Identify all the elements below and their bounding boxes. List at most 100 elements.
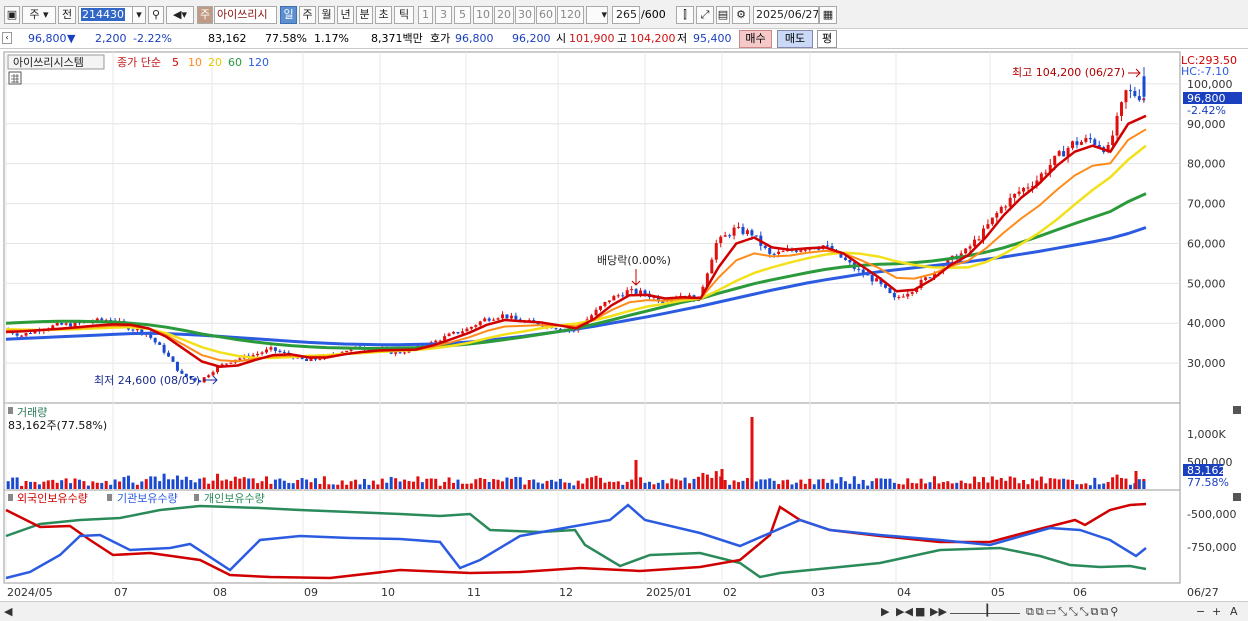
- count-30-button[interactable]: 30: [515, 6, 535, 24]
- font-size-icon[interactable]: A: [1230, 605, 1238, 619]
- date-input[interactable]: 2025/06/27: [753, 6, 819, 24]
- candle-body: [612, 296, 616, 301]
- volume-title: 거래량: [17, 406, 47, 419]
- candle-body: [719, 236, 723, 244]
- volume-bar: [990, 476, 994, 489]
- period-tick-tab[interactable]: 틱: [394, 6, 414, 24]
- count-120-button[interactable]: 120: [557, 6, 584, 24]
- volume-bar: [367, 484, 371, 489]
- volume-bar: [6, 481, 10, 489]
- candle-body: [1079, 141, 1083, 145]
- volume-bar: [937, 483, 941, 489]
- scroll-left-icon[interactable]: ◀: [4, 605, 12, 619]
- volume-bar: [794, 482, 798, 489]
- count-5-button[interactable]: 5: [454, 6, 471, 24]
- candle-body: [509, 315, 513, 319]
- volume-bar: [380, 478, 384, 489]
- volume-bar: [710, 477, 714, 489]
- count-10-button[interactable]: 10: [473, 6, 493, 24]
- period-day-tab[interactable]: 일: [280, 6, 297, 24]
- code-dropdown-icon[interactable]: ▾: [132, 6, 146, 24]
- count-1-button[interactable]: 1: [418, 6, 433, 24]
- volume-bar: [220, 480, 224, 489]
- search-icon[interactable]: ⚲: [148, 6, 164, 24]
- high-label: 고: [617, 32, 628, 45]
- chart-scrollbar[interactable]: ◀ ▶ ▶◀ ■ ▶▶ ┃ ⧉⧉▭⤡⤡⤡⧉⧉⚲ − + A: [0, 601, 1248, 621]
- volume-bar: [1026, 484, 1030, 489]
- holdings-close-icon[interactable]: [1233, 493, 1241, 501]
- zoom-handle-icon[interactable]: ┃: [984, 604, 991, 618]
- custom-count-dropdown[interactable]: ▾: [586, 6, 608, 24]
- save-icon[interactable]: ▤: [716, 6, 730, 24]
- layout-icon[interactable]: ▣: [4, 6, 20, 24]
- drawing-tools-icon[interactable]: ⧉⧉▭⤡⤡⤡⧉⧉⚲: [1026, 605, 1120, 619]
- volume-bar: [411, 481, 415, 489]
- volume-bar: [674, 479, 678, 489]
- stock-chart[interactable]: 아이쓰리시스템 종가 단순 5 10 20 60 120 최고 104,200 …: [0, 50, 1248, 601]
- gear-icon[interactable]: ⚙: [732, 6, 750, 24]
- buy-button[interactable]: 매수: [739, 30, 772, 48]
- candle-body: [238, 358, 242, 360]
- volume-bar: [492, 479, 496, 489]
- volume-bar: [692, 478, 696, 489]
- candle-body: [505, 314, 509, 319]
- candle-body: [496, 318, 500, 320]
- volume-bar: [171, 479, 175, 489]
- volume-bar: [64, 478, 68, 489]
- period-select[interactable]: 주 ▾: [22, 6, 56, 24]
- volume-bar: [1057, 479, 1061, 489]
- count-20-button[interactable]: 20: [494, 6, 514, 24]
- legend-ma60: 60: [228, 56, 242, 69]
- volume-bar: [688, 483, 692, 489]
- candle-body: [15, 333, 19, 336]
- candle-body: [278, 350, 282, 352]
- candle-icon[interactable]: ⫿: [676, 6, 694, 24]
- scroll-end-icon[interactable]: ▶▶: [930, 605, 947, 619]
- candle-body: [211, 372, 215, 376]
- candle-body: [73, 322, 77, 327]
- candle-body: [621, 295, 625, 297]
- scroll-right-icon[interactable]: ▶: [881, 605, 889, 619]
- period-month-tab[interactable]: 월: [318, 6, 335, 24]
- cross-line-icon[interactable]: ⤢: [696, 6, 714, 24]
- period-second-tab[interactable]: 초: [375, 6, 392, 24]
- volume-bar: [443, 481, 447, 489]
- bar-total-label: /600: [641, 8, 666, 21]
- scroll-start-icon[interactable]: ▶◀: [896, 605, 913, 619]
- date-axis: 2024/05 07 08 09 10 11 12 2025/01 02 03 04 05 06: [7, 586, 1087, 599]
- candle-body: [1137, 96, 1141, 101]
- speaker-icon[interactable]: ◀▾: [166, 6, 194, 24]
- candle-body: [452, 331, 456, 334]
- volume-bar: [995, 479, 999, 489]
- volume-bar: [389, 476, 393, 489]
- volume-bar: [465, 483, 469, 489]
- volume-bar: [82, 481, 86, 489]
- sell-button[interactable]: 매도: [777, 30, 813, 48]
- period-week-tab[interactable]: 주: [299, 6, 316, 24]
- candle-body: [1004, 206, 1008, 208]
- evaluate-button[interactable]: 평: [817, 30, 837, 48]
- dividend-annotation: 배당락(0.00%): [597, 254, 671, 267]
- volume-bar: [376, 484, 380, 489]
- volume-bar: [282, 480, 286, 489]
- candle-body: [857, 268, 861, 270]
- candle-body: [924, 277, 928, 281]
- period-year-tab[interactable]: 년: [337, 6, 354, 24]
- prev-button[interactable]: 전: [58, 6, 76, 24]
- volume-bar: [572, 485, 576, 489]
- count-60-button[interactable]: 60: [536, 6, 556, 24]
- volume-bar: [634, 460, 638, 489]
- zoom-in-icon[interactable]: +: [1212, 605, 1221, 619]
- zoom-out-icon[interactable]: −: [1196, 605, 1205, 619]
- volume-bar: [11, 477, 15, 489]
- stop-icon[interactable]: ■: [915, 605, 925, 619]
- volume-close-icon[interactable]: [1233, 406, 1241, 414]
- stock-code-input[interactable]: 214430: [78, 6, 138, 24]
- bar-count-input[interactable]: 265: [612, 6, 640, 24]
- calendar-icon[interactable]: ▦: [819, 6, 837, 24]
- volume-panel-frame: [3, 402, 1181, 491]
- expand-icon[interactable]: ‹: [2, 32, 12, 44]
- period-minute-tab[interactable]: 분: [356, 6, 373, 24]
- count-3-button[interactable]: 3: [435, 6, 452, 24]
- volume-bar: [550, 479, 554, 489]
